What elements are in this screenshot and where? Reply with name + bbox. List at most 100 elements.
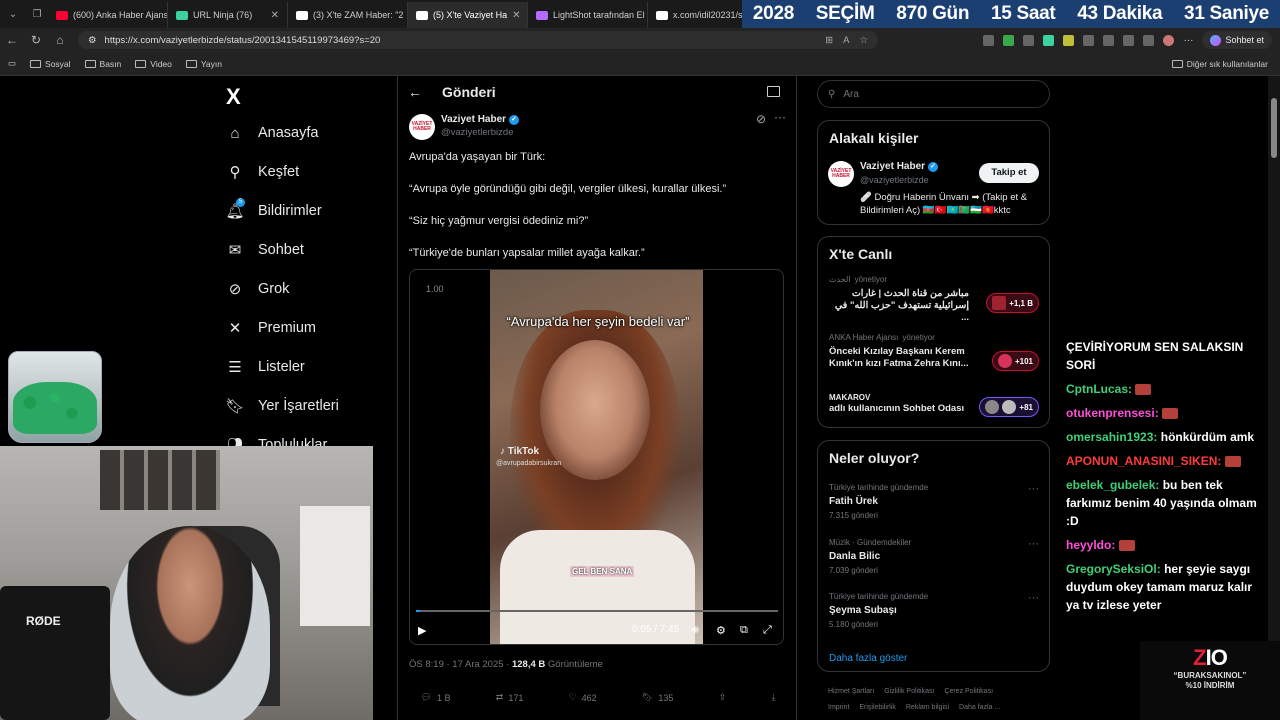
home-icon[interactable]: ⌂: [48, 33, 72, 47]
live-item[interactable]: الحدث yönetiyor مباشر من قناة الحدث | غار…: [829, 275, 969, 324]
app-icon[interactable]: ⊞: [825, 35, 833, 46]
reading-list-icon[interactable]: ▭: [8, 58, 16, 69]
chat-emote-icon: [1135, 384, 1152, 396]
chat-emote-icon: [1118, 540, 1135, 552]
live-listeners-pill[interactable]: +101: [991, 351, 1039, 371]
nav-grok[interactable]: ⊘ Grok: [226, 280, 290, 298]
download-button[interactable]: ⤓: [771, 692, 775, 703]
footer-link[interactable]: Reklam bilgisi: [906, 704, 949, 711]
more-options-icon[interactable]: ···: [1028, 538, 1039, 550]
reply-button[interactable]: 💬︎ 1 B: [421, 692, 451, 703]
read-aloud-icon[interactable]: A: [843, 35, 849, 46]
post-text-line: Avrupa'da yaşayan bir Türk:: [409, 151, 546, 163]
footer-link[interactable]: Daha fazla ...: [959, 704, 1000, 711]
author-handle[interactable]: @vaziyetlerbizde: [441, 127, 513, 138]
repost-button[interactable]: ⇄ 171: [496, 692, 524, 703]
nav-notifications[interactable]: 🔔︎ 5 Bildirimler: [225, 198, 322, 220]
reader-icon[interactable]: [767, 86, 780, 97]
favorite-icon[interactable]: ☆: [859, 35, 868, 46]
related-name-row[interactable]: Vaziyet Haber ✓: [860, 161, 939, 172]
extension-icon[interactable]: [1023, 34, 1035, 46]
bookmark-folder[interactable]: Basın: [84, 59, 121, 69]
reply-icon: 💬︎: [420, 692, 433, 702]
home-icon: ⌂: [230, 124, 240, 142]
chat-username: ebelek_gubelek:: [1066, 478, 1160, 492]
play-icon[interactable]: ▶: [418, 624, 426, 637]
volume-icon[interactable]: 🔊︎: [692, 624, 699, 637]
nav-chat[interactable]: ✉ Sohbet: [226, 241, 304, 259]
more-options-icon[interactable]: ···: [1028, 483, 1039, 495]
footer-link[interactable]: Erişilebilirlik: [859, 704, 896, 711]
live-listeners-pill[interactable]: +1,1 B: [986, 293, 1039, 313]
trend-item[interactable]: Müzik · Gündemdekiler Danla Bilic 7.039 …: [829, 538, 911, 575]
bookmark-folder[interactable]: Sosyal: [30, 59, 71, 69]
bookmark-button[interactable]: 🔖︎ 135: [642, 692, 673, 703]
tab-close-icon[interactable]: ✕: [512, 10, 520, 21]
settings-gear-icon[interactable]: ⚙: [716, 624, 726, 637]
trend-item[interactable]: Türkiye tarihinde gündemde Fatih Ürek 7.…: [829, 483, 928, 520]
browser-tab[interactable]: (600) Anka Haber Ajans✕: [48, 2, 168, 28]
extension-icon[interactable]: [983, 34, 995, 46]
collections-icon[interactable]: [1143, 34, 1155, 46]
more-options-icon[interactable]: ···: [1028, 592, 1039, 604]
nav-home[interactable]: ⌂ Anasayfa: [226, 124, 318, 142]
x-logo[interactable]: X: [226, 84, 241, 110]
menu-icon[interactable]: ···: [1183, 35, 1193, 46]
footer-link[interactable]: Imprint: [828, 704, 849, 711]
grok-explain-icon[interactable]: ⊘: [756, 112, 766, 126]
extension-icon[interactable]: [1043, 34, 1055, 46]
search-input[interactable]: ⚲ Ara: [817, 80, 1050, 108]
pip-icon[interactable]: ⧉: [740, 624, 748, 637]
show-more-link[interactable]: Daha fazla göster: [829, 653, 907, 664]
author-name-row[interactable]: Vaziyet Haber ✓: [441, 114, 520, 125]
more-options-icon[interactable]: ···: [774, 110, 786, 124]
browser-tab[interactable]: LightShot tarafından El✕: [528, 2, 648, 28]
other-bookmarks[interactable]: Diğer sık kullanılanlar: [1171, 59, 1268, 69]
trend-item[interactable]: Türkiye tarihinde gündemde Şeyma Subaşı …: [829, 592, 928, 629]
countdown-hours: 15 Saat: [990, 3, 1056, 24]
share-icon: ⇪: [718, 692, 727, 702]
back-icon[interactable]: ←: [0, 33, 24, 47]
share-button[interactable]: ⇪: [719, 692, 727, 703]
fullscreen-icon[interactable]: ⤢: [763, 624, 772, 637]
browser-tab[interactable]: (3) X'te ZAM Haber: "2✕: [288, 2, 408, 28]
extension-icon[interactable]: [1003, 34, 1015, 46]
author-avatar[interactable]: VAZİYET HABER: [409, 114, 435, 140]
copilot-chat-button[interactable]: Sohbet et: [1202, 31, 1272, 49]
like-button[interactable]: ♡ 462: [569, 692, 597, 703]
video-player[interactable]: 1.00 “Avrupa'da her şeyin bedeli var” ♪ …: [409, 269, 784, 645]
scrollbar-thumb[interactable]: [1271, 98, 1277, 158]
url-input[interactable]: ⚙ https://x.com/vaziyetlerbizde/status/2…: [78, 31, 878, 49]
bookmark-folder[interactable]: Video: [135, 59, 172, 69]
workspaces-icon[interactable]: ❐: [26, 9, 48, 20]
profile-avatar[interactable]: [1163, 34, 1175, 46]
tab-search-icon[interactable]: ⌄: [0, 9, 26, 20]
page-scrollbar[interactable]: [1268, 76, 1280, 720]
live-item[interactable]: MAKAROV: [829, 393, 870, 402]
live-listeners-pill[interactable]: +81: [979, 397, 1039, 417]
extension-icon[interactable]: [1083, 34, 1095, 46]
extension-icon[interactable]: [1063, 34, 1075, 46]
video-progress-bar[interactable]: [416, 610, 778, 612]
nav-explore[interactable]: ⚲ Keşfet: [226, 163, 300, 181]
footer-link[interactable]: Gizlilik Politikası: [884, 688, 934, 695]
browser-tab[interactable]: (5) X'te Vaziyet Ha ✕: [408, 2, 528, 28]
tab-close-icon[interactable]: ✕: [271, 10, 279, 21]
bookmark-folder[interactable]: Yayın: [185, 59, 222, 69]
site-info-icon[interactable]: ⚙: [88, 35, 97, 46]
nav-lists[interactable]: ☰ Listeler: [226, 358, 304, 376]
footer-link[interactable]: Çerez Politikası: [944, 688, 993, 695]
browser-tab[interactable]: URL Ninja (76) ✕: [168, 2, 288, 28]
video-progress-fill: [416, 610, 420, 612]
favorites-icon[interactable]: [1123, 34, 1135, 46]
footer-link[interactable]: Hizmet Şartları: [828, 688, 874, 695]
back-arrow-icon[interactable]: ←: [408, 84, 422, 100]
nav-premium[interactable]: ✕ Premium: [226, 319, 316, 337]
live-source-name: MAKAROV: [829, 393, 871, 402]
nav-bookmarks[interactable]: 🔖︎ Yer İşaretleri: [225, 397, 338, 415]
split-screen-icon[interactable]: [1103, 34, 1115, 46]
live-item[interactable]: ANKA Haber Ajansı yönetiyor Önceki Kızıla…: [829, 333, 969, 370]
reload-icon[interactable]: ↻: [24, 33, 48, 47]
follow-button[interactable]: Takip et: [979, 163, 1039, 183]
related-avatar[interactable]: VAZİYET HABER: [828, 161, 854, 187]
